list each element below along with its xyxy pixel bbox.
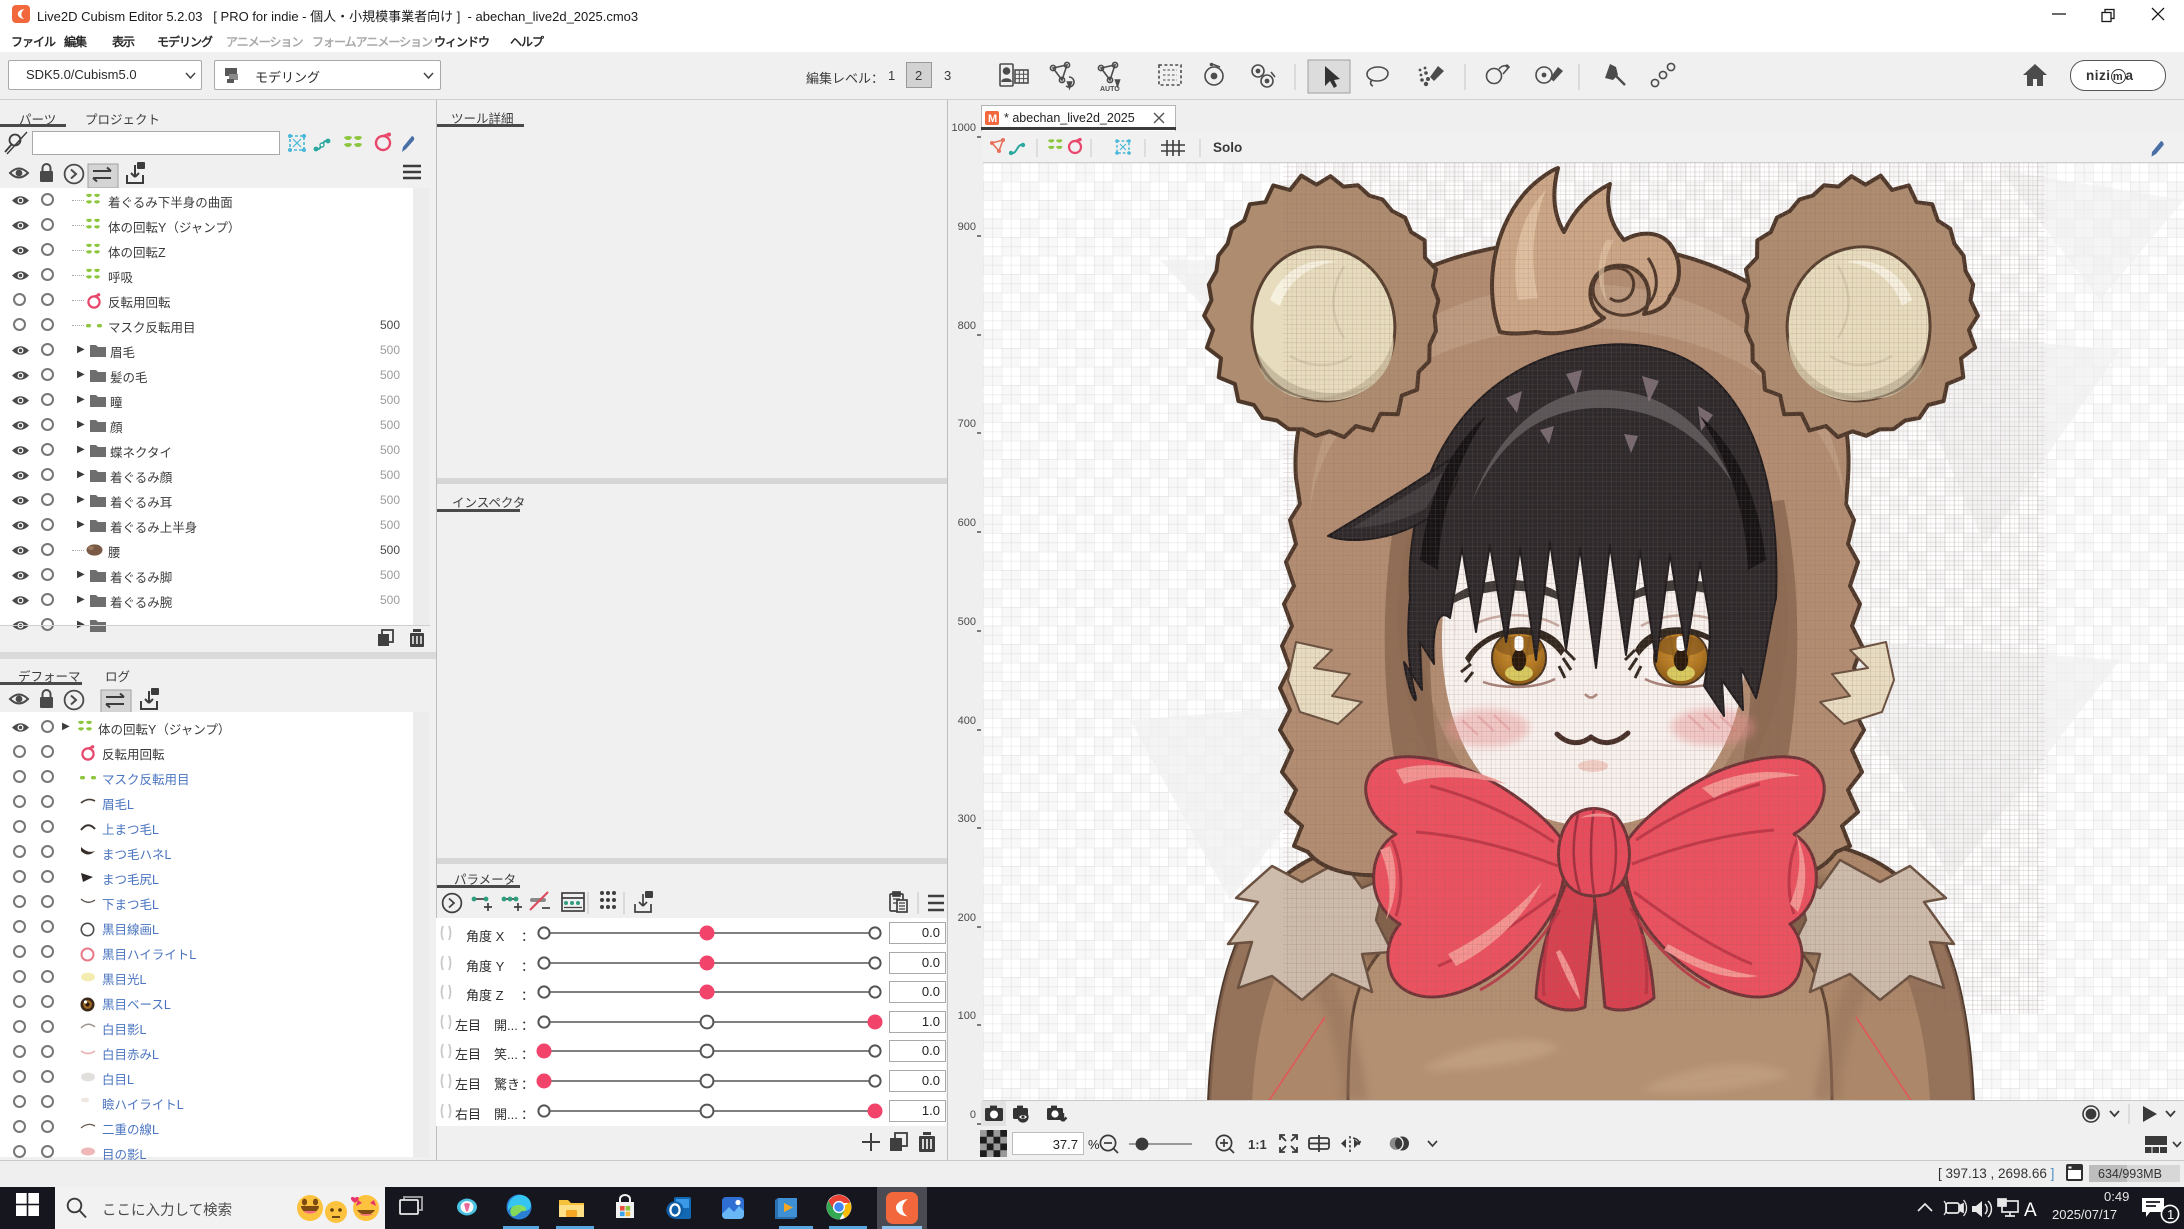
svg-text:1:1: 1:1 <box>1248 1137 1267 1152</box>
svg-text:M: M <box>988 113 997 125</box>
svg-text:1: 1 <box>2167 1207 2174 1222</box>
svg-text:A: A <box>2024 1200 2037 1221</box>
svg-text:AUTO: AUTO <box>1100 86 1120 93</box>
